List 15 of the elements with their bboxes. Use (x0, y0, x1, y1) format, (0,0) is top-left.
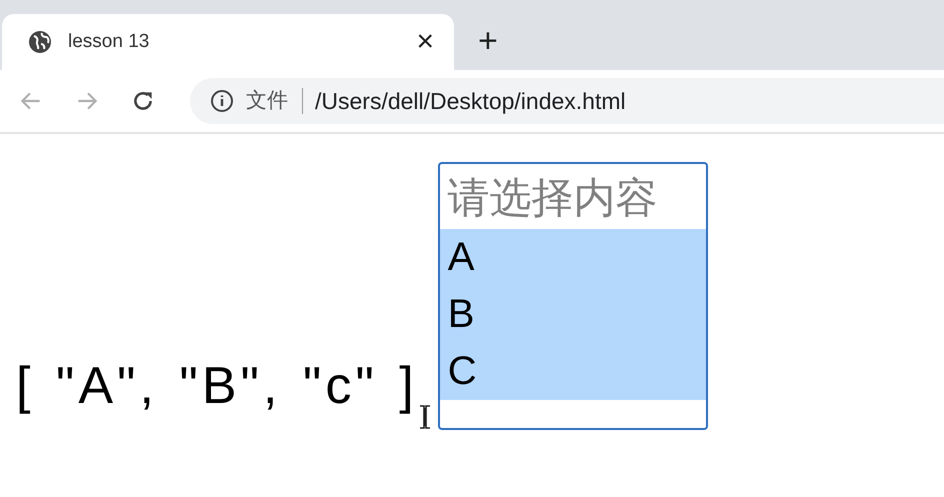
new-tab-button[interactable]: + (478, 24, 498, 58)
output-text: [ "A", "B", "c" ] (16, 356, 418, 416)
list-option[interactable]: C (440, 343, 706, 400)
globe-icon (28, 30, 52, 54)
tab-title: lesson 13 (68, 31, 150, 53)
list-option[interactable]: B (440, 286, 706, 343)
list-option[interactable]: A (440, 229, 706, 286)
address-bar[interactable]: 文件 /Users/dell/Desktop/index.html (190, 78, 944, 124)
info-icon (210, 89, 234, 113)
placeholder-option: 请选择内容 (440, 167, 706, 229)
text-cursor-icon (418, 404, 432, 430)
url-text: /Users/dell/Desktop/index.html (315, 88, 626, 114)
close-tab-button[interactable]: × (416, 27, 434, 57)
browser-tab[interactable]: lesson 13 × (2, 14, 454, 70)
scheme-label: 文件 (246, 88, 303, 114)
